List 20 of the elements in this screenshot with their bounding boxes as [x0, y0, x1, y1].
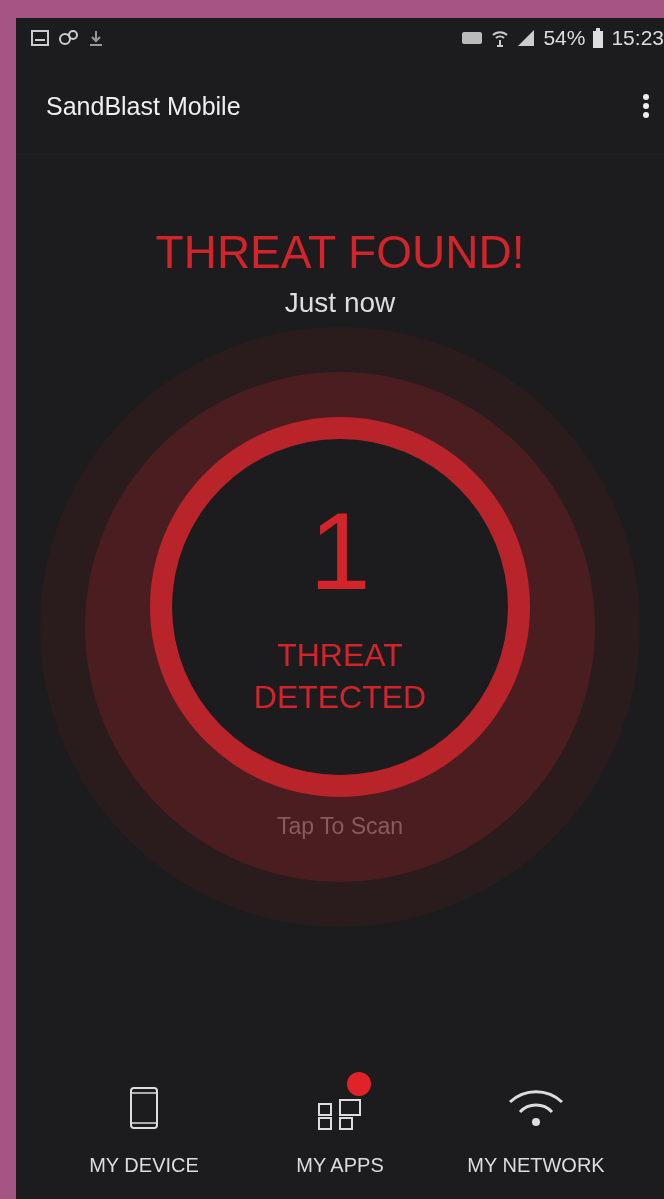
threat-label: DETECTED — [253, 678, 427, 717]
battery-percent: 54% — [543, 26, 586, 50]
cast-icon — [461, 30, 484, 46]
nav-label[interactable]: MY DEVICE — [89, 1154, 199, 1177]
nav-label[interactable]: MY APPS — [296, 1154, 384, 1177]
threat-headline: THREAT FOUND! — [155, 225, 525, 279]
wifi-icon — [491, 29, 510, 47]
download-icon — [88, 29, 104, 47]
phone-icon[interactable] — [129, 1086, 159, 1130]
signal-icon — [517, 29, 536, 47]
screenshot-icon — [30, 29, 50, 47]
battery-icon — [593, 28, 604, 48]
link-icon — [58, 29, 80, 47]
scan-time: Just now — [284, 287, 396, 319]
nav-label[interactable]: MY NETWORK — [467, 1154, 605, 1177]
threat-label: THREAT — [277, 636, 403, 675]
threat-count: 1 — [309, 496, 371, 606]
app-title: SandBlast Mobile — [46, 91, 241, 121]
clock: 15:23 — [611, 26, 664, 50]
overflow-menu-icon[interactable] — [642, 93, 650, 119]
